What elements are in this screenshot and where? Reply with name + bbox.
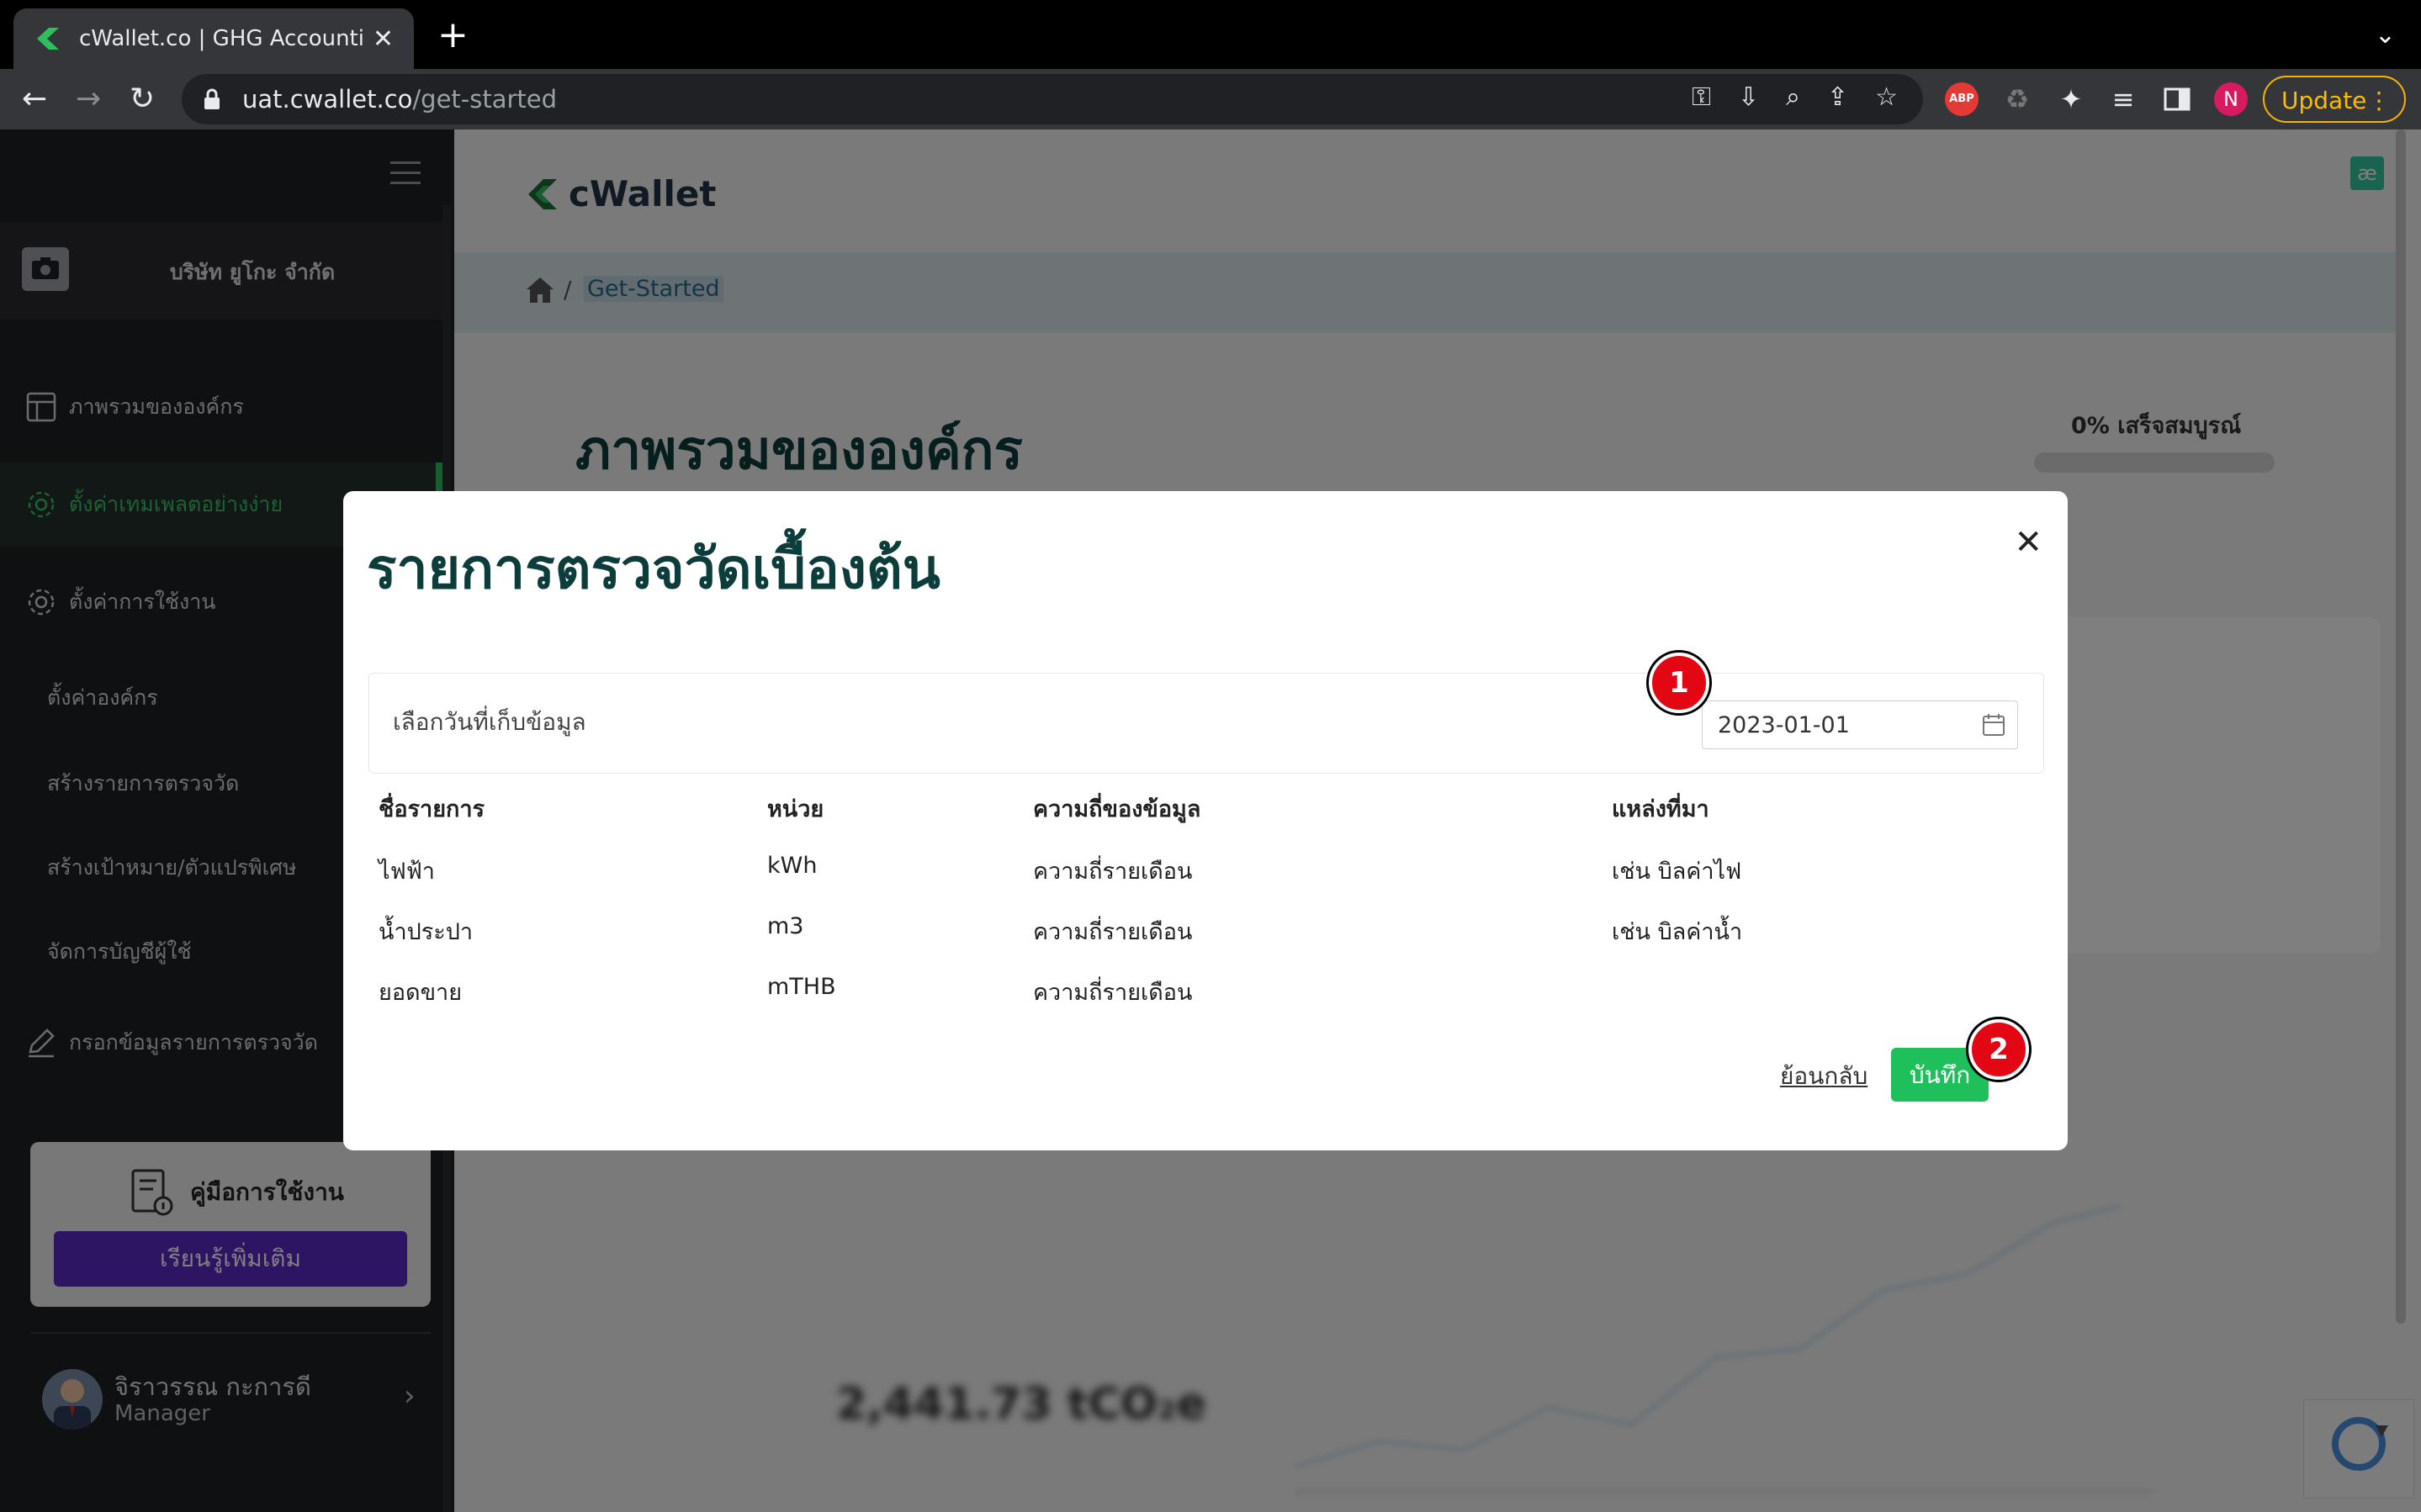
url-host: uat.cwallet.co [242,85,413,114]
step-marker-2: 2 [1968,1019,2029,1080]
date-picker-row: เลือกวันที่เก็บข้อมูล [368,673,2044,774]
table-cell: น้ำประปา [379,919,474,945]
table-cell: ไฟฟ้า [379,859,435,885]
back-arrow-icon[interactable]: ← [22,81,47,118]
password-key-icon[interactable]: ⚿ [1692,82,1711,112]
reading-list-icon[interactable]: ≡ [2106,82,2140,116]
date-input[interactable] [1702,700,2018,749]
tab-close-icon[interactable]: ✕ [373,24,394,54]
forward-arrow-icon[interactable]: → [76,81,101,118]
browser-tab[interactable]: cWallet.co | GHG Accounting S ✕ [13,8,414,69]
reload-icon[interactable]: ↻ [130,81,155,118]
zoom-icon[interactable]: ⌕ [1786,82,1800,112]
tab-search-chevron-icon[interactable]: ⌄ [2375,20,2396,50]
date-label: เลือกวันที่เก็บข้อมูล [393,708,586,736]
back-link[interactable]: ย้อนกลับ [1780,1058,1867,1095]
browser-toolbar: ← → ↻ uat.cwallet.co/get-started ⚿ ⇩ ⌕ ⇪… [0,69,2421,130]
table-cell: ความถี่รายเดือน [1033,859,1193,885]
kebab-menu-icon: ⋮ [2367,87,2391,114]
share-icon[interactable]: ⇪ [1827,82,1848,112]
bookmark-star-icon[interactable]: ☆ [1875,82,1898,112]
close-icon[interactable]: ✕ [2014,523,2042,562]
browser-tab-bar: cWallet.co | GHG Accounting S ✕ + ⌄ [0,0,2421,69]
table-cell: kWh [767,853,818,879]
side-panel-icon[interactable] [2160,82,2194,116]
lock-icon [204,88,220,109]
address-bar[interactable]: uat.cwallet.co/get-started ⚿ ⇩ ⌕ ⇪ ☆ [182,74,1923,124]
step-marker-1: 1 [1649,653,1709,713]
recycle-extension-icon[interactable]: ♻ [2000,82,2034,116]
column-header-unit: หน่วย [767,796,824,822]
table-cell: mTHB [767,974,836,1000]
table-cell: ยอดขาย [379,980,463,1006]
extensions-puzzle-icon[interactable]: ✦ [2054,82,2088,116]
table-cell: ความถี่รายเดือน [1033,980,1193,1006]
new-tab-button[interactable]: + [437,17,469,54]
table-cell: m3 [767,913,804,939]
column-header-frequency: ความถี่ของข้อมูล [1033,796,1201,822]
update-button[interactable]: Update ⋮ [2263,76,2406,123]
initial-measurement-modal: รายการตรวจวัดเบื้องต้น ✕ เลือกวันที่เก็บ… [343,491,2068,1150]
url-text: uat.cwallet.co/get-started [242,85,557,114]
profile-avatar[interactable]: N [2214,82,2248,116]
calendar-icon[interactable] [1981,712,2006,737]
url-path: /get-started [412,85,558,114]
column-header-name: ชื่อรายการ [379,796,485,822]
update-label: Update [2281,87,2367,114]
table-cell: เช่น บิลค่าน้ำ [1612,919,1743,945]
table-cell: เช่น บิลค่าไฟ [1612,859,1742,885]
cwallet-favicon-icon [37,28,59,50]
column-header-source: แหล่งที่มา [1612,796,1709,822]
install-app-icon[interactable]: ⇩ [1738,82,1759,112]
adblock-extension-icon[interactable]: ABP [1945,82,1979,116]
table-cell: ความถี่รายเดือน [1033,919,1193,945]
modal-title: รายการตรวจวัดเบื้องต้น [367,537,940,601]
tab-title: cWallet.co | GHG Accounting S [79,26,365,51]
